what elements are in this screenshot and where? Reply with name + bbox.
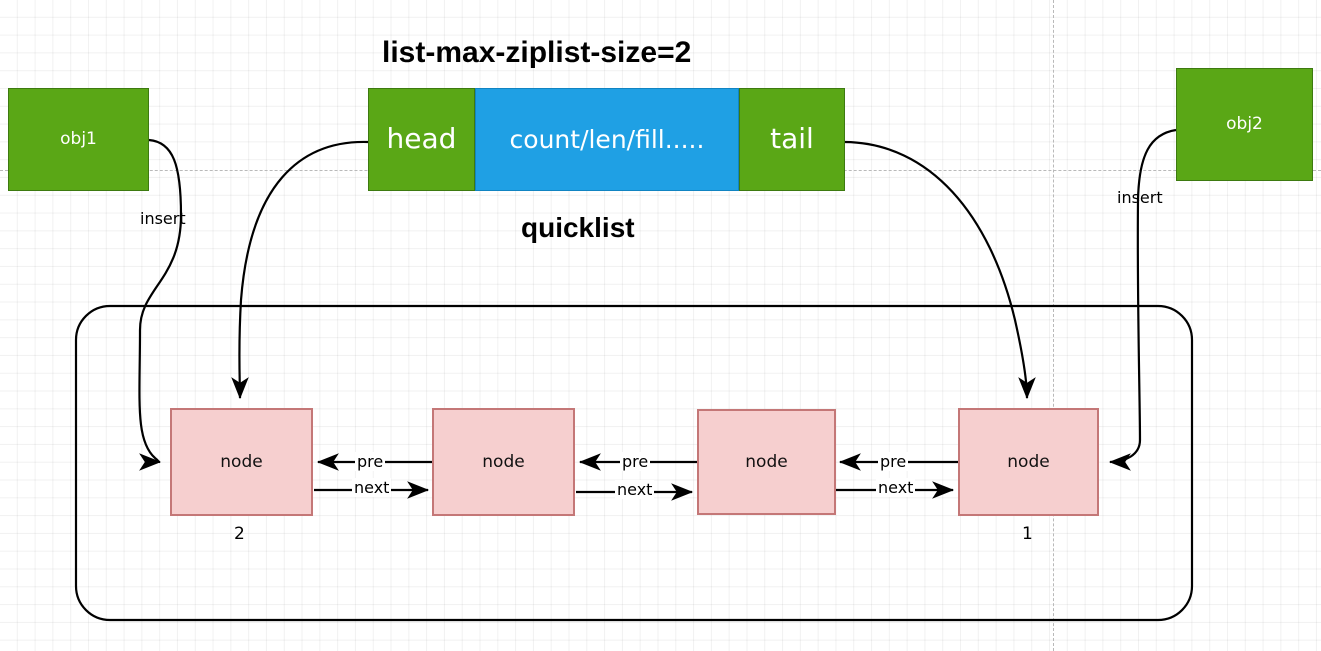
link-label-next-1: next	[352, 478, 392, 497]
node-index-label-1: 2	[234, 524, 245, 544]
node-box-2: node	[432, 408, 575, 516]
quicklist-body-cell: count/len/fill.....	[475, 88, 739, 191]
quicklist-head-cell: head	[368, 88, 475, 191]
edge-obj2-insert-to-last-node	[1108, 128, 1177, 471]
node-index-label-4: 1	[1022, 524, 1033, 544]
edge-tail-to-last-node	[844, 140, 1036, 400]
link-label-next-3: next	[876, 478, 916, 497]
obj1-box: obj1	[8, 88, 149, 191]
link-label-prev-3: pre	[878, 452, 909, 471]
obj2-insert-label: insert	[1117, 188, 1163, 207]
obj2-box: obj2	[1176, 68, 1313, 181]
page-title: list-max-ziplist-size=2	[382, 36, 692, 69]
edge-head-to-first-node	[231, 140, 369, 400]
node-box-1: node	[170, 408, 313, 516]
link-label-prev-1: pre	[355, 452, 386, 471]
link-label-prev-2: pre	[620, 452, 651, 471]
node-box-4: node	[958, 408, 1099, 516]
quicklist-caption: quicklist	[521, 212, 635, 243]
node-box-3: node	[697, 409, 836, 515]
obj1-insert-label: insert	[140, 209, 186, 228]
diagram-canvas: list-max-ziplist-size=2 head count/len/f…	[0, 0, 1321, 651]
grid-major-vertical	[1053, 0, 1054, 651]
link-label-next-2: next	[615, 480, 655, 499]
quicklist-tail-cell: tail	[739, 88, 845, 191]
